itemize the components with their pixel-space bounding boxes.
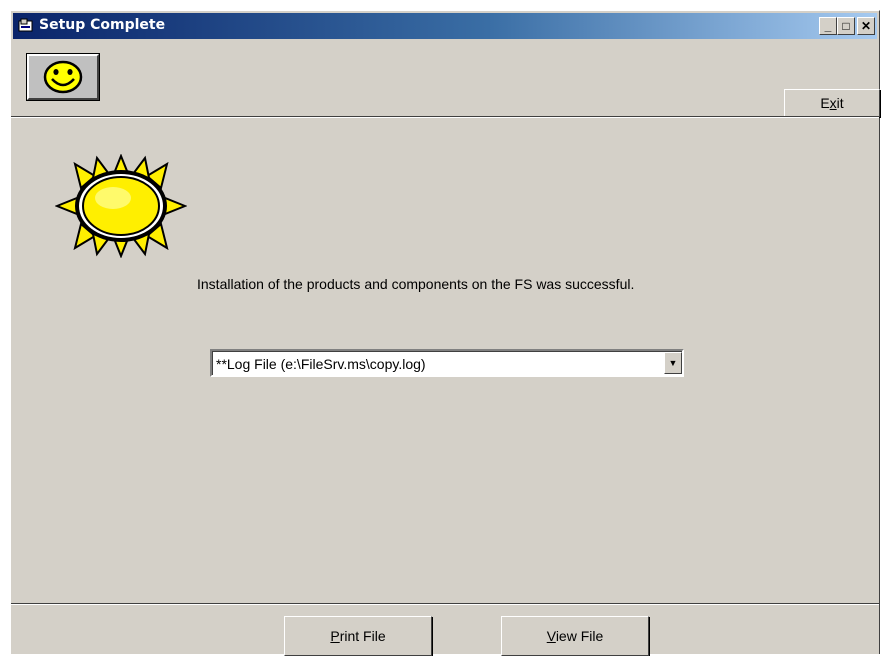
window-title: Setup Complete <box>39 17 166 33</box>
close-icon: ✕ <box>860 19 872 33</box>
print-file-label: Print File <box>330 628 386 644</box>
smiley-face-icon <box>43 60 83 94</box>
bottom-divider <box>11 603 879 605</box>
close-button[interactable]: ✕ <box>857 17 875 35</box>
maximize-button[interactable]: □ <box>837 17 855 35</box>
minimize-icon: _ <box>824 19 832 33</box>
view-file-label: View File <box>546 628 604 644</box>
dropdown-arrow-icon[interactable]: ▼ <box>664 352 682 374</box>
view-file-button[interactable]: View File <box>501 616 649 656</box>
exit-label: Exit <box>820 95 844 111</box>
success-message: Installation of the products and compone… <box>197 276 635 292</box>
top-divider <box>11 116 879 118</box>
minimize-button[interactable]: _ <box>819 17 837 35</box>
status-smiley-button[interactable] <box>26 53 100 101</box>
setup-app-icon <box>18 18 33 32</box>
setup-complete-window: Setup Complete _ □ ✕ Exit Installation o… <box>10 10 880 656</box>
print-file-button[interactable]: Print File <box>284 616 432 656</box>
exit-button[interactable]: Exit <box>784 89 880 117</box>
title-bar[interactable]: Setup Complete _ □ ✕ <box>13 13 877 39</box>
log-file-select-value: **Log File (e:\FileSrv.ms\copy.log) <box>216 356 426 372</box>
log-file-select[interactable]: **Log File (e:\FileSrv.ms\copy.log) ▼ <box>210 349 684 377</box>
sun-icon <box>55 154 187 258</box>
maximize-icon: □ <box>842 19 850 33</box>
